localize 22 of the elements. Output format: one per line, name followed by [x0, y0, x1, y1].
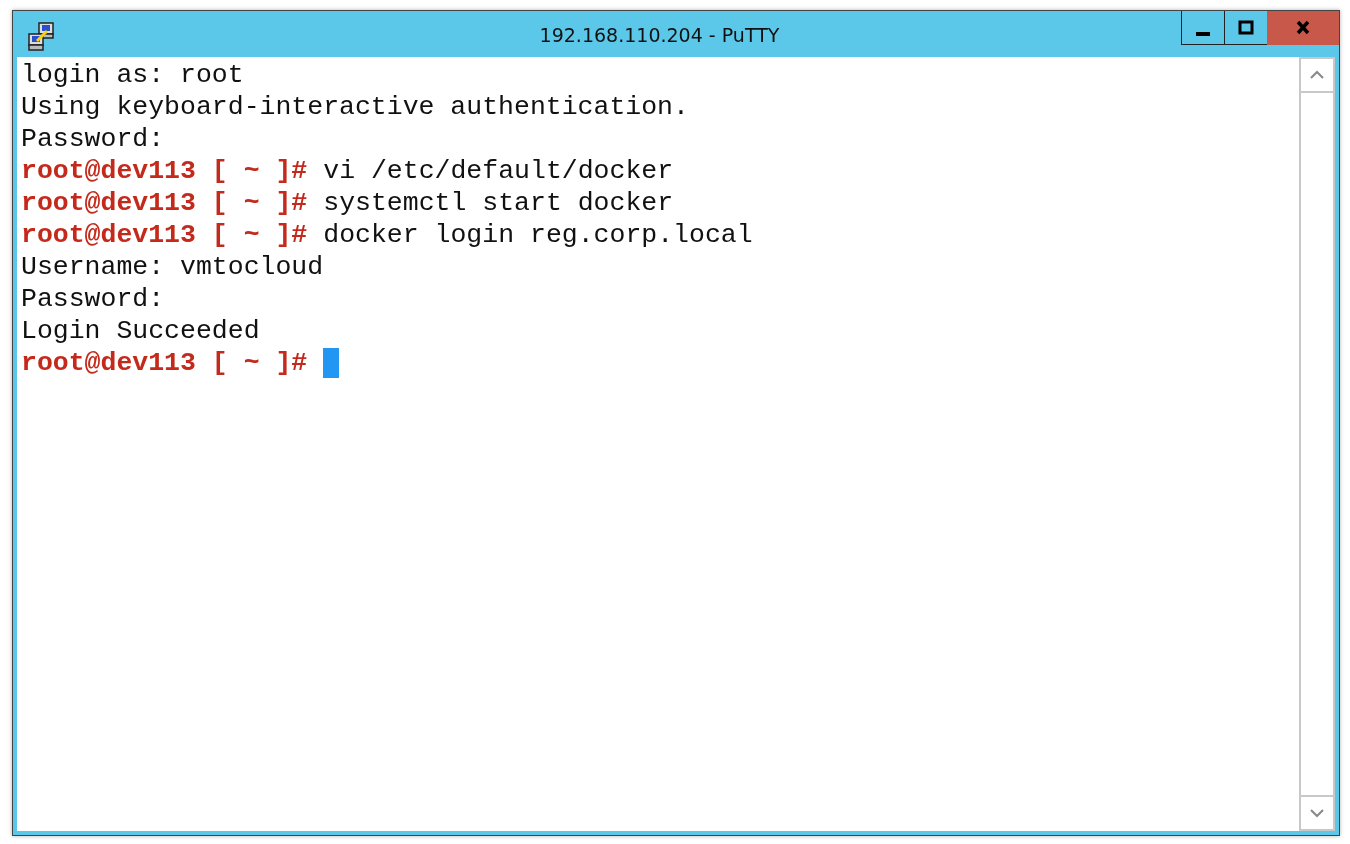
- terminal-output-line: login as: root: [21, 59, 244, 91]
- shell-command: vi /etc/default/docker: [323, 155, 674, 187]
- shell-prompt: root@dev113 [ ~ ]#: [21, 155, 308, 187]
- terminal-output-line: Using keyboard-interactive authentication.: [21, 91, 689, 123]
- vertical-scrollbar[interactable]: [1299, 57, 1335, 831]
- terminal-output-line: Password:: [21, 123, 165, 155]
- terminal-output-line: Login Succeeded: [21, 315, 260, 347]
- shell-prompt: root@dev113 [ ~ ]#: [21, 219, 308, 251]
- shell-command: systemctl start docker: [323, 187, 674, 219]
- terminal-output-line: Password:: [21, 283, 165, 315]
- chevron-down-icon: [1309, 808, 1325, 818]
- minimize-icon: [1196, 31, 1210, 36]
- shell-prompt: root@dev113 [ ~ ]#: [21, 187, 308, 219]
- shell-prompt: root@dev113 [ ~ ]#: [21, 347, 308, 379]
- chevron-up-icon: [1309, 70, 1325, 80]
- maximize-button[interactable]: [1224, 11, 1268, 45]
- close-button[interactable]: [1267, 11, 1339, 45]
- minimize-button[interactable]: [1181, 11, 1225, 45]
- terminal-output-line: Username: vmtocloud: [21, 251, 324, 283]
- computers-icon[interactable]: [25, 21, 57, 53]
- shell-command: docker login reg.corp.local: [323, 219, 753, 251]
- window-title: 192.168.110.204 - PuTTY: [538, 24, 781, 46]
